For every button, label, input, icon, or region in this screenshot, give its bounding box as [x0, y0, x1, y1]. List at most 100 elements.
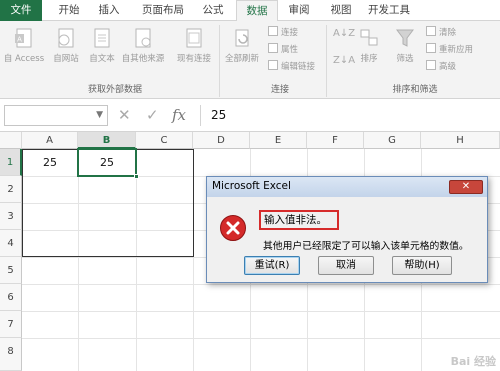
clear-filter-label: 清除 — [439, 28, 457, 38]
column-header-d[interactable]: D — [193, 132, 250, 149]
gridline — [22, 311, 500, 312]
tab-developer[interactable]: 开发工具 — [364, 0, 414, 21]
row-header-2[interactable]: 2 — [0, 176, 22, 203]
sort-button[interactable]: 排序 — [356, 27, 382, 64]
group-label-connections: 连接 — [270, 85, 289, 95]
existing-connections-label: 现有连接 — [176, 54, 211, 64]
connections-icon — [268, 26, 278, 36]
row-header-5[interactable]: 5 — [0, 257, 22, 284]
advanced-filter-label: 高级 — [439, 62, 457, 72]
confirm-entry-icon[interactable]: ✓ — [146, 105, 159, 126]
tab-insert[interactable]: 插入 — [92, 0, 126, 21]
properties-button[interactable]: 属性 — [268, 43, 298, 56]
reapply-label: 重新应用 — [439, 45, 474, 55]
row-header-1[interactable]: 1 — [0, 149, 22, 176]
from-web-button[interactable]: 自网站 — [48, 27, 84, 64]
watermark: Bai 经验 — [450, 355, 496, 368]
dialog-title: Microsoft Excel — [212, 180, 291, 192]
tab-file[interactable]: 文件 — [0, 0, 42, 21]
tab-page-layout[interactable]: 页面布局 — [134, 0, 192, 21]
insert-function-icon[interactable]: fx — [172, 105, 186, 126]
filter-label: 筛选 — [396, 54, 414, 64]
access-icon: A — [15, 28, 32, 48]
edit-links-icon — [268, 60, 278, 70]
tab-view[interactable]: 视图 — [324, 0, 358, 21]
cancel-entry-icon[interactable]: ✕ — [118, 105, 131, 126]
row-header-4[interactable]: 4 — [0, 230, 22, 257]
close-icon: ✕ — [461, 181, 471, 192]
tab-review[interactable]: 审阅 — [282, 0, 316, 21]
row-header-6[interactable]: 6 — [0, 284, 22, 311]
tab-home[interactable]: 开始 — [52, 0, 86, 21]
tab-formulas[interactable]: 公式 — [196, 0, 230, 21]
refresh-all-label: 全部刷新 — [224, 54, 259, 64]
sort-desc-icon: Z↓A — [333, 55, 356, 66]
from-web-label: 自网站 — [53, 54, 79, 64]
help-button[interactable]: 帮助(H) — [392, 256, 452, 275]
name-box[interactable]: ▼ — [4, 105, 108, 126]
ribbon-tab-bar: 文件 开始 插入 页面布局 公式 数据 审阅 视图 开发工具 — [0, 0, 500, 22]
fill-handle[interactable] — [134, 174, 139, 179]
from-text-button[interactable]: 自文本 — [86, 27, 118, 64]
group-divider — [219, 25, 220, 97]
existing-connections-button[interactable]: 现有连接 — [174, 27, 214, 64]
sort-label: 排序 — [360, 54, 378, 64]
error-dialog: Microsoft Excel ✕ 输入值非法。 其他用户已经限定了可以输入该单… — [206, 176, 488, 283]
sort-asc-icon: A↓Z — [333, 28, 356, 39]
retry-button[interactable]: 重试(R) — [244, 256, 300, 275]
dialog-close-button[interactable]: ✕ — [449, 180, 483, 194]
existing-connections-icon — [186, 28, 202, 48]
column-header-b[interactable]: B — [78, 132, 136, 149]
from-access-label: 自 Access — [3, 54, 45, 64]
dialog-body: 输入值非法。 其他用户已经限定了可以输入该单元格的数值。 重试(R) 取消 帮助… — [207, 197, 487, 282]
tab-data[interactable]: 数据 — [236, 0, 278, 22]
dialog-message: 输入值非法。 — [259, 210, 339, 230]
group-divider — [326, 25, 327, 97]
connections-button[interactable]: 连接 — [268, 26, 298, 39]
gridline — [22, 338, 500, 339]
row-header-3[interactable]: 3 — [0, 203, 22, 230]
from-other-sources-label: 自其他来源 — [121, 54, 165, 64]
clear-filter-button[interactable]: 清除 — [426, 26, 456, 39]
row-header-7[interactable]: 7 — [0, 311, 22, 338]
from-access-button[interactable]: A 自 Access — [3, 27, 45, 64]
column-header-h[interactable]: H — [421, 132, 500, 149]
clear-filter-icon — [426, 26, 436, 36]
dialog-detail-text: 其他用户已经限定了可以输入该单元格的数值。 — [263, 241, 469, 252]
reapply-button[interactable]: 重新应用 — [426, 43, 473, 56]
properties-icon — [268, 43, 278, 53]
formula-bar: ▼ ✕ ✓ fx 25 — [0, 99, 500, 132]
edit-links-button[interactable]: 编辑链接 — [268, 60, 315, 73]
text-file-icon — [94, 28, 110, 48]
column-header-g[interactable]: G — [364, 132, 421, 149]
other-sources-icon — [135, 28, 151, 48]
group-label-external-data: 获取外部数据 — [87, 85, 142, 95]
dialog-title-bar[interactable]: Microsoft Excel ✕ — [207, 177, 487, 197]
from-other-sources-button[interactable]: 自其他来源 — [118, 27, 168, 64]
column-header-f[interactable]: F — [307, 132, 364, 149]
formula-input[interactable]: 25 — [200, 105, 496, 126]
advanced-filter-button[interactable]: 高级 — [426, 60, 456, 73]
edit-links-label: 编辑链接 — [281, 62, 316, 72]
cell-a1[interactable]: 25 — [22, 149, 78, 176]
error-icon — [220, 215, 246, 241]
group-label-sort-filter: 排序和筛选 — [392, 85, 438, 95]
refresh-icon — [235, 29, 249, 47]
column-header-e[interactable]: E — [250, 132, 307, 149]
advanced-filter-icon — [426, 60, 436, 70]
formula-buttons: ✕ ✓ fx — [110, 105, 200, 126]
filter-button[interactable]: 筛选 — [392, 27, 418, 64]
ribbon-data: A 自 Access 自网站 自文本 自其他来源 现有连接 获取外部数据 全部刷… — [0, 21, 500, 99]
web-icon — [58, 28, 74, 48]
sort-za-button[interactable]: Z↓A — [333, 54, 355, 67]
select-all-corner[interactable] — [0, 132, 22, 149]
gridline — [22, 284, 500, 285]
column-header-c[interactable]: C — [136, 132, 193, 149]
name-box-dropdown-icon[interactable]: ▼ — [96, 110, 103, 120]
cancel-button[interactable]: 取消 — [318, 256, 374, 275]
column-header-a[interactable]: A — [22, 132, 78, 149]
active-cell-cursor[interactable] — [77, 148, 139, 179]
sort-az-button[interactable]: A↓Z — [333, 27, 355, 40]
row-header-8[interactable]: 8 — [0, 338, 22, 371]
refresh-all-button[interactable]: 全部刷新 — [222, 27, 262, 64]
